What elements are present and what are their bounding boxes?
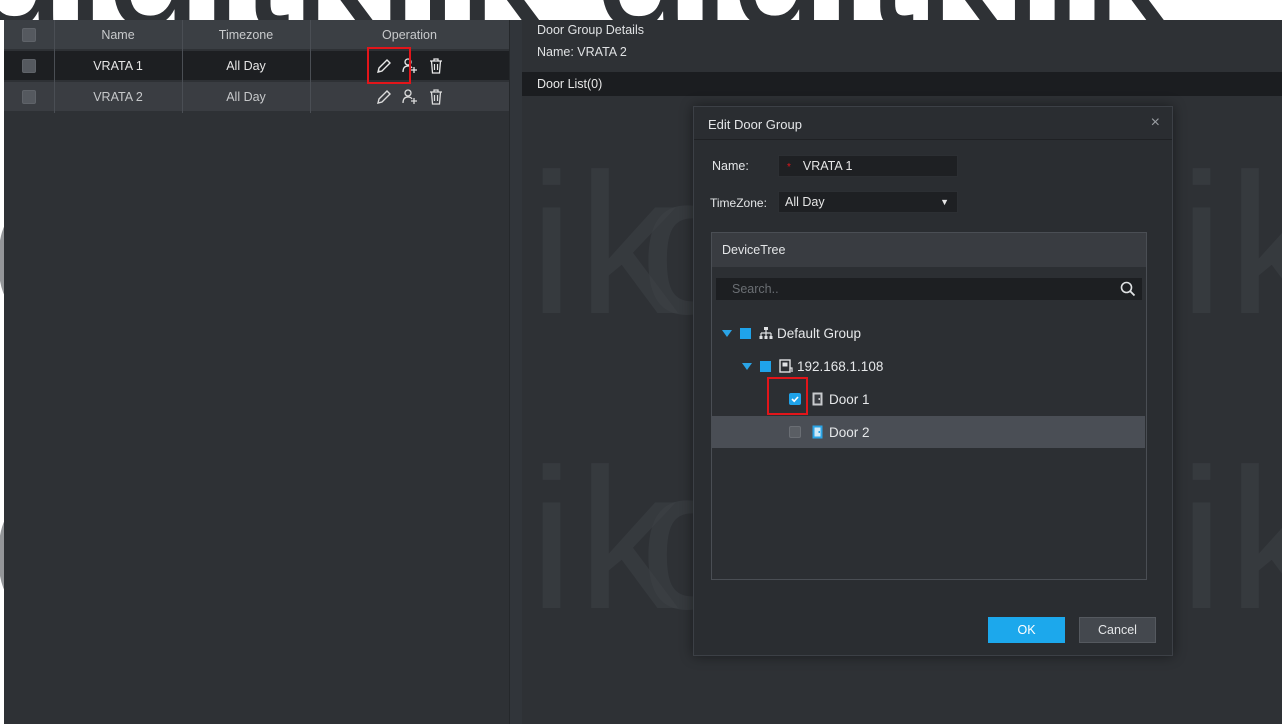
edit-icon[interactable] [375, 88, 393, 106]
column-divider [310, 20, 311, 113]
edit-highlight-box [367, 47, 411, 84]
row-timezone: All Day [226, 89, 266, 104]
panel-divider[interactable] [509, 20, 522, 724]
grid-header: Name Timezone Operation [4, 20, 509, 49]
row-name: VRATA 2 [93, 89, 143, 104]
header-timezone[interactable]: Timezone [182, 28, 310, 42]
row-timezone: All Day [226, 58, 266, 73]
name-value: VRATA 1 [802, 159, 853, 173]
door-2-checkbox[interactable] [789, 426, 801, 438]
device-icon [779, 359, 793, 373]
row-operations [310, 88, 509, 106]
tree-node-label: Door 1 [829, 391, 870, 407]
details-name: Name: VRATA 2 [537, 45, 627, 59]
close-icon[interactable]: × [1151, 114, 1160, 132]
table-row[interactable]: VRATA 2 All Day [4, 82, 509, 111]
door-icon [811, 425, 825, 439]
required-mark: * [787, 162, 791, 173]
ok-button[interactable]: OK [988, 617, 1065, 643]
device-tree-title: DeviceTree [712, 233, 1146, 267]
row-checkbox[interactable] [22, 89, 36, 104]
device-checkbox[interactable] [760, 360, 771, 372]
tree-node-door-2[interactable]: Door 2 [712, 416, 1145, 448]
select-all-checkbox[interactable] [22, 27, 36, 42]
door-icon [811, 392, 825, 406]
row-checkbox-cell [4, 58, 54, 73]
row-checkbox-cell [4, 89, 54, 104]
dialog-title: Edit Door Group [708, 117, 802, 132]
name-field[interactable]: * VRATA 1 [778, 155, 958, 177]
tree-node-label: Door 2 [829, 424, 870, 440]
expand-arrow-icon[interactable] [742, 362, 752, 370]
group-checkbox[interactable] [740, 327, 751, 339]
expand-arrow-icon[interactable] [722, 329, 732, 337]
search-icon[interactable] [1120, 281, 1136, 297]
row-checkbox[interactable] [22, 58, 36, 73]
tree-node-default-group[interactable]: Default Group [712, 317, 1145, 349]
select-all-cell [4, 27, 54, 42]
timezone-label: TimeZone: [710, 196, 767, 210]
top-watermark-text: digitklik digitklik [0, 0, 1170, 20]
dialog-divider [694, 139, 1172, 140]
column-divider [54, 20, 55, 113]
header-name[interactable]: Name [54, 28, 182, 42]
timezone-value: All Day [785, 195, 825, 209]
add-user-icon[interactable] [401, 88, 419, 106]
search-input[interactable]: Search.. [716, 278, 1142, 300]
tree-node-label: 192.168.1.108 [797, 358, 884, 374]
group-icon [759, 326, 773, 340]
tree-node-label: Default Group [777, 325, 862, 341]
door-group-list: Name Timezone Operation VRATA 1 All Day … [4, 20, 509, 724]
checkbox-highlight-box [767, 377, 808, 415]
row-name: VRATA 1 [93, 58, 143, 73]
name-label: Name: [712, 159, 749, 173]
cancel-button[interactable]: Cancel [1079, 617, 1156, 643]
edit-door-group-dialog: Edit Door Group × Name: * VRATA 1 TimeZon… [693, 106, 1173, 656]
door-list-header: Door List(0) [522, 72, 1282, 96]
top-watermark-strip: digitklik digitklik [0, 0, 1282, 20]
header-operation: Operation [382, 27, 437, 42]
column-divider [182, 20, 183, 113]
table-row[interactable]: VRATA 1 All Day [4, 51, 509, 80]
timezone-select[interactable]: All Day ▼ [778, 191, 958, 213]
details-title: Door Group Details [537, 23, 644, 37]
delete-icon[interactable] [427, 57, 445, 75]
search-placeholder: Search.. [732, 282, 779, 296]
chevron-down-icon: ▼ [940, 197, 949, 207]
delete-icon[interactable] [427, 88, 445, 106]
